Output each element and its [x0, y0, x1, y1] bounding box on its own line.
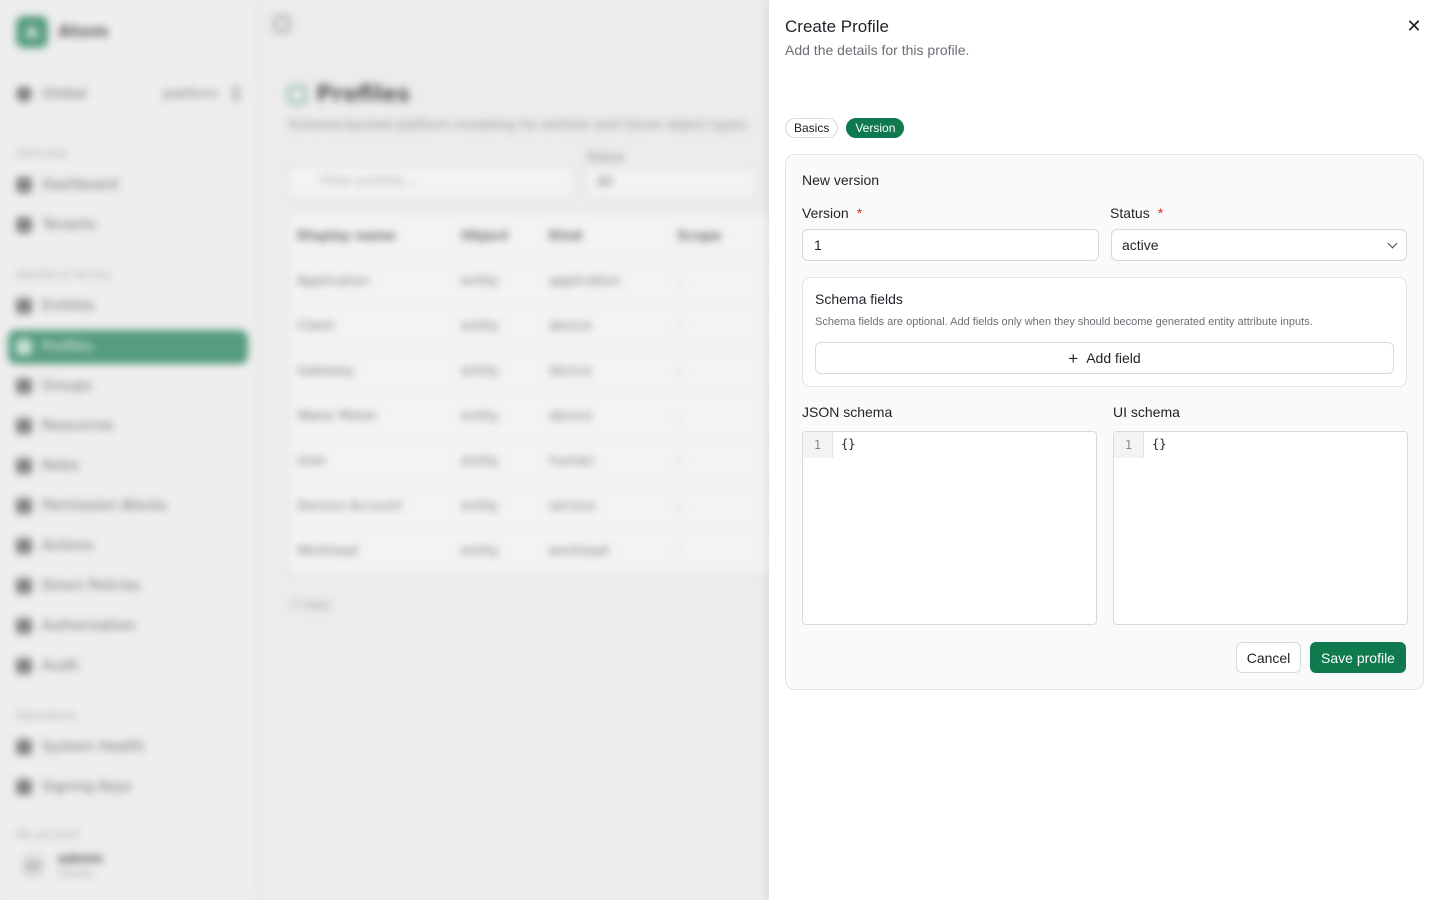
- line-number: 1: [1114, 432, 1144, 458]
- close-icon: ✕: [1406, 15, 1422, 36]
- tab-list: Basics Version: [785, 118, 905, 138]
- required-mark: *: [1157, 205, 1164, 221]
- status-label-text: Status: [1110, 205, 1150, 221]
- code-content: {}: [841, 437, 856, 451]
- schema-fields-help: Schema fields are optional. Add fields o…: [815, 316, 1313, 328]
- ui-schema-editor[interactable]: 1 {}: [1113, 431, 1408, 625]
- chevron-down-icon: [1387, 238, 1398, 248]
- cancel-button[interactable]: Cancel: [1236, 642, 1301, 673]
- version-input[interactable]: [802, 229, 1099, 261]
- status-label: Status *: [1110, 205, 1163, 221]
- schema-fields-section: Schema fields Schema fields are optional…: [802, 277, 1407, 387]
- tab-version[interactable]: Version: [846, 118, 905, 138]
- ui-schema-label: UI schema: [1113, 404, 1180, 420]
- line-number: 1: [803, 432, 833, 458]
- create-profile-drawer: Create Profile Add the details for this …: [769, 0, 1440, 900]
- json-schema-label: JSON schema: [802, 404, 893, 420]
- status-select[interactable]: active: [1111, 229, 1407, 261]
- version-card: New version Version * Status * active Sche…: [785, 154, 1424, 690]
- add-field-button[interactable]: + Add field: [815, 342, 1394, 374]
- schema-fields-title: Schema fields: [815, 291, 903, 307]
- json-schema-editor[interactable]: 1 {}: [802, 431, 1097, 625]
- plus-icon: +: [1068, 348, 1079, 368]
- add-field-label: Add field: [1086, 350, 1141, 366]
- code-content: {}: [1152, 437, 1167, 451]
- drawer-title: Create Profile: [785, 17, 889, 36]
- required-mark: *: [856, 205, 863, 221]
- version-label-text: Version: [802, 205, 849, 221]
- save-profile-button[interactable]: Save profile: [1310, 642, 1406, 673]
- modal-overlay[interactable]: [0, 0, 769, 900]
- status-select-value: active: [1122, 237, 1159, 253]
- close-button[interactable]: ✕: [1404, 16, 1424, 36]
- tab-basics[interactable]: Basics: [785, 118, 839, 138]
- version-label: Version *: [802, 205, 862, 221]
- drawer-description: Add the details for this profile.: [785, 42, 970, 58]
- section-heading: New version: [802, 172, 880, 188]
